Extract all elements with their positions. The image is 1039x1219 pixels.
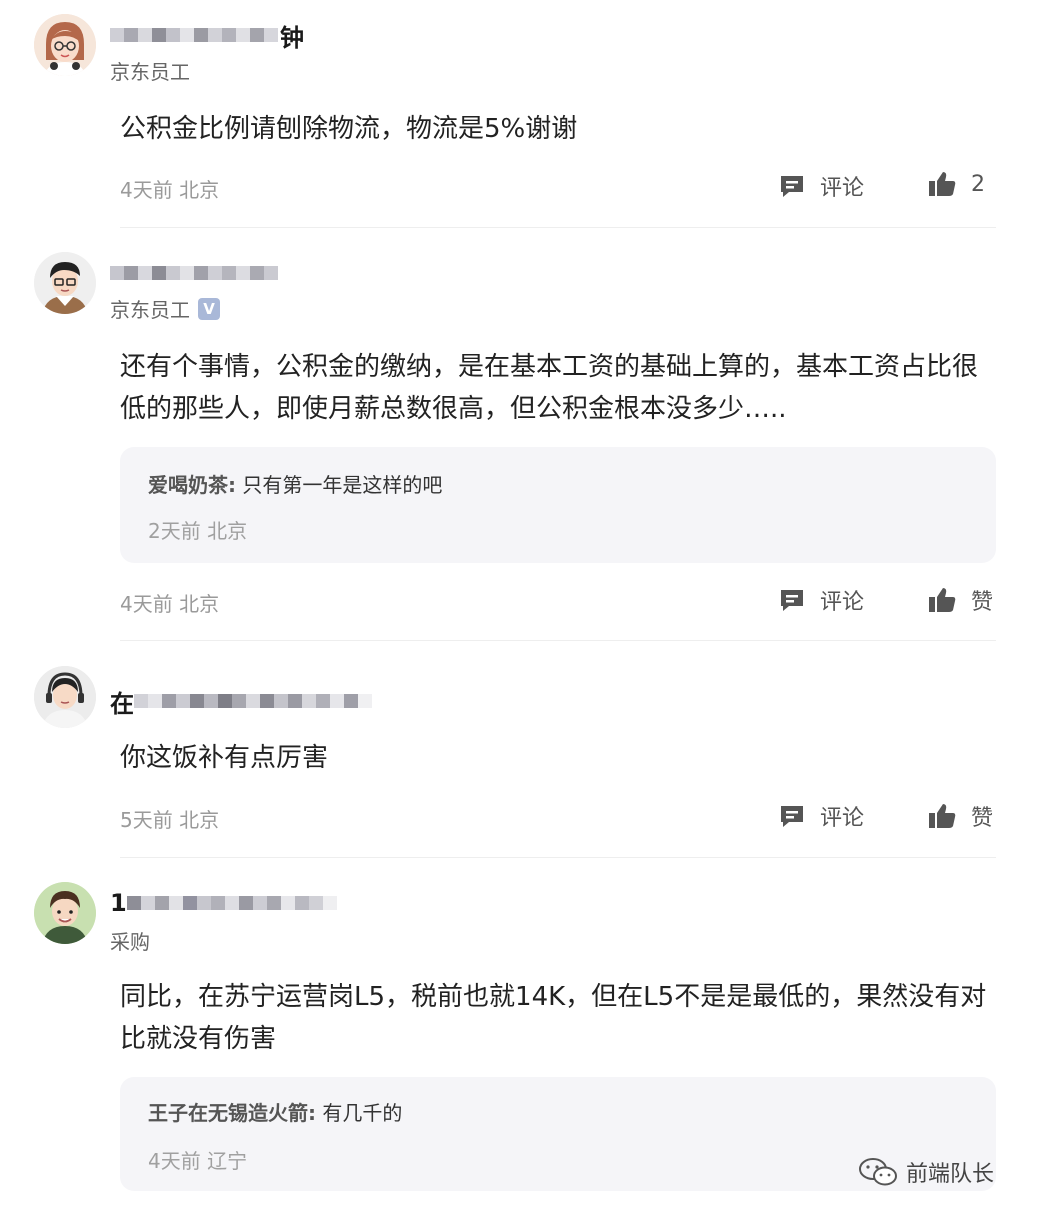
wechat-icon [859,1158,897,1186]
comment-label: 评论 [820,176,865,201]
comment-bubble-icon [781,176,803,197]
like-label: 赞 [971,806,994,831]
role-text: 京东员工 [110,60,190,84]
username[interactable]: 钟 [110,20,304,52]
watermark: 前端队长 [858,1156,994,1188]
role-text: 京东员工 [110,298,190,322]
username[interactable]: 在 [110,686,372,718]
thumbs-up-icon [929,172,956,196]
reply-meta: 4天前 辽宁 [148,1149,248,1173]
like-button[interactable]: 2 [927,170,985,198]
reply-line: 爱喝奶茶: 只有第一年是这样的吧 [148,469,442,498]
comment-text: 公积金比例请刨除物流，物流是5%谢谢 [120,114,578,144]
avatar[interactable] [34,14,96,76]
avatar[interactable] [34,252,96,314]
comment-text: 你这饭补有点厉害 [120,743,329,773]
comment-text: 还有个事情，公积金的缴纳，是在基本工资的基础上算的，基本工资占比很低的那些人，即… [120,352,979,424]
comment-item: 京东员工 V 还有个事情，公积金的缴纳，是在基本工资的基础上算的，基本工资占比很… [0,228,1039,642]
comment-item: 钟 京东员工 公积金比例请刨除物流，物流是5%谢谢 4天前 北京 评论 2 [0,0,1039,228]
boy-avatar-icon [34,252,96,314]
reply-line: 王子在无锡造火箭: 有几千的 [148,1097,402,1126]
username[interactable]: 1 [110,888,337,918]
comment-label: 评论 [820,590,865,615]
comment-item: 在 你这饭补有点厉害 5天前 北京 评论 赞 [0,642,1039,858]
comment-button[interactable]: 评论 [778,170,864,202]
user-role: 京东员工 [110,56,190,85]
reply-text: 只有第一年是这样的吧 [242,473,443,497]
blurred-username [134,688,372,714]
reply-box[interactable]: 爱喝奶茶: 只有第一年是这样的吧 2天前 北京 [120,447,996,563]
thumbs-up-icon [929,804,956,828]
comment-meta: 4天前 北京 [120,178,220,202]
like-button[interactable]: 赞 [927,800,993,832]
role-text: 采购 [110,930,150,954]
avatar[interactable] [34,882,96,944]
username[interactable] [110,258,278,288]
comment-bubble-icon [781,590,803,611]
like-count: 2 [971,171,985,197]
username-text: 1 [110,889,127,917]
girl-avatar-icon [34,14,96,76]
comment-bubble-icon [781,806,803,827]
comment-button[interactable]: 评论 [778,584,864,616]
reply-username[interactable]: 王子在无锡造火箭 [148,1101,308,1125]
blurred-username [126,890,337,916]
comment-meta: 4天前 北京 [120,592,220,616]
reply-username[interactable]: 爱喝奶茶 [148,473,228,497]
watermark-text: 前端队长 [906,1162,995,1187]
blurred-username [110,260,278,286]
thumbs-up-icon [929,588,956,612]
avatar[interactable] [34,666,96,728]
like-label: 赞 [971,590,994,615]
headphone-avatar-icon [34,666,96,728]
blurred-username [110,22,278,48]
username-text: 在 [110,689,134,718]
comment-meta: 5天前 北京 [120,808,220,832]
comment-text: 同比，在苏宁运营岗L5，税前也就14K，但在L5不是是最低的，果然没有对比就没有… [120,982,987,1054]
reply-separator: : [228,473,236,497]
verified-badge-icon: V [198,297,220,320]
like-button[interactable]: 赞 [927,584,993,616]
boy-green-avatar-icon [34,882,96,944]
comment-label: 评论 [820,806,865,831]
user-role: 采购 [110,926,150,955]
reply-meta: 2天前 北京 [148,519,248,543]
comment-button[interactable]: 评论 [778,800,864,832]
username-text: 钟 [280,23,304,52]
reply-separator: : [308,1101,316,1125]
divider [120,640,996,641]
user-role: 京东员工 V [110,294,220,323]
reply-text: 有几千的 [322,1101,403,1125]
